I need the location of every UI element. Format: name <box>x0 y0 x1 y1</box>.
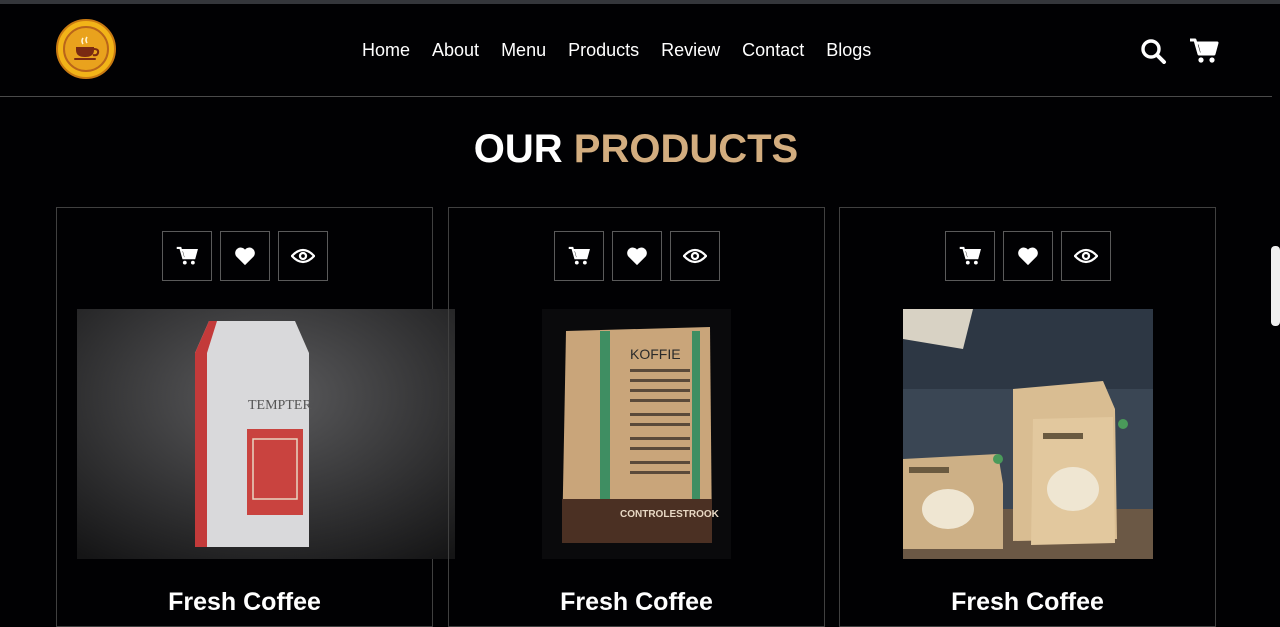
product-card: KOFFIE CONTROLESTROOK Fresh Coffee <box>448 207 825 627</box>
add-to-cart-button[interactable] <box>553 231 604 281</box>
heart-icon <box>234 247 255 266</box>
nav-contact[interactable]: Contact <box>742 40 804 60</box>
scrollbar-thumb[interactable] <box>1271 246 1280 326</box>
section-title-plain: OUR <box>473 127 563 171</box>
nav-blogs[interactable]: Blogs <box>826 40 871 60</box>
product-actions <box>449 231 824 281</box>
nav-review[interactable]: Review <box>661 40 720 60</box>
product-image[interactable]: TEMPTER <box>77 309 455 559</box>
section-title-accent: PRODUCTS <box>573 127 799 171</box>
nav-products[interactable]: Products <box>568 40 639 60</box>
nav-home[interactable]: Home <box>362 40 410 60</box>
favorite-button[interactable] <box>219 231 270 281</box>
heart-icon <box>626 247 647 266</box>
heart-icon <box>1017 247 1038 266</box>
svg-text:CONTROLESTROOK: CONTROLESTROOK <box>620 509 720 520</box>
nav-menu[interactable]: Menu <box>501 40 546 60</box>
eye-icon <box>682 248 707 264</box>
favorite-button[interactable] <box>611 231 662 281</box>
quick-view-button[interactable] <box>277 231 328 281</box>
main-nav: Home About Menu Products Review Contact … <box>362 40 871 60</box>
product-actions <box>840 231 1215 281</box>
logo[interactable] <box>56 19 116 79</box>
search-icon[interactable] <box>1140 38 1167 64</box>
svg-text:TEMPTER: TEMPTER <box>248 398 312 413</box>
add-to-cart-button[interactable] <box>161 231 212 281</box>
nav-about[interactable]: About <box>432 40 479 60</box>
eye-icon <box>290 248 315 264</box>
header-icons <box>1140 38 1219 64</box>
coffee-cup-icon <box>63 26 109 72</box>
product-card: TEMPTER Fresh Coffee <box>56 207 455 627</box>
quick-view-button[interactable] <box>1060 231 1111 281</box>
cart-icon[interactable] <box>1189 38 1219 64</box>
add-to-cart-button[interactable] <box>944 231 995 281</box>
cart-icon <box>568 246 590 265</box>
product-actions <box>57 231 432 281</box>
product-image[interactable] <box>903 309 1153 559</box>
cart-icon <box>959 246 981 265</box>
favorite-button[interactable] <box>1002 231 1053 281</box>
eye-icon <box>1073 248 1098 264</box>
site-header: Home About Menu Products Review Contact … <box>0 4 1272 97</box>
product-image[interactable]: KOFFIE CONTROLESTROOK <box>542 309 731 559</box>
section-title: OUR PRODUCTS <box>0 126 1272 172</box>
quick-view-button[interactable] <box>669 231 720 281</box>
product-card: Fresh Coffee <box>839 207 1216 627</box>
svg-text:KOFFIE: KOFFIE <box>630 346 681 362</box>
cart-icon <box>176 246 198 265</box>
